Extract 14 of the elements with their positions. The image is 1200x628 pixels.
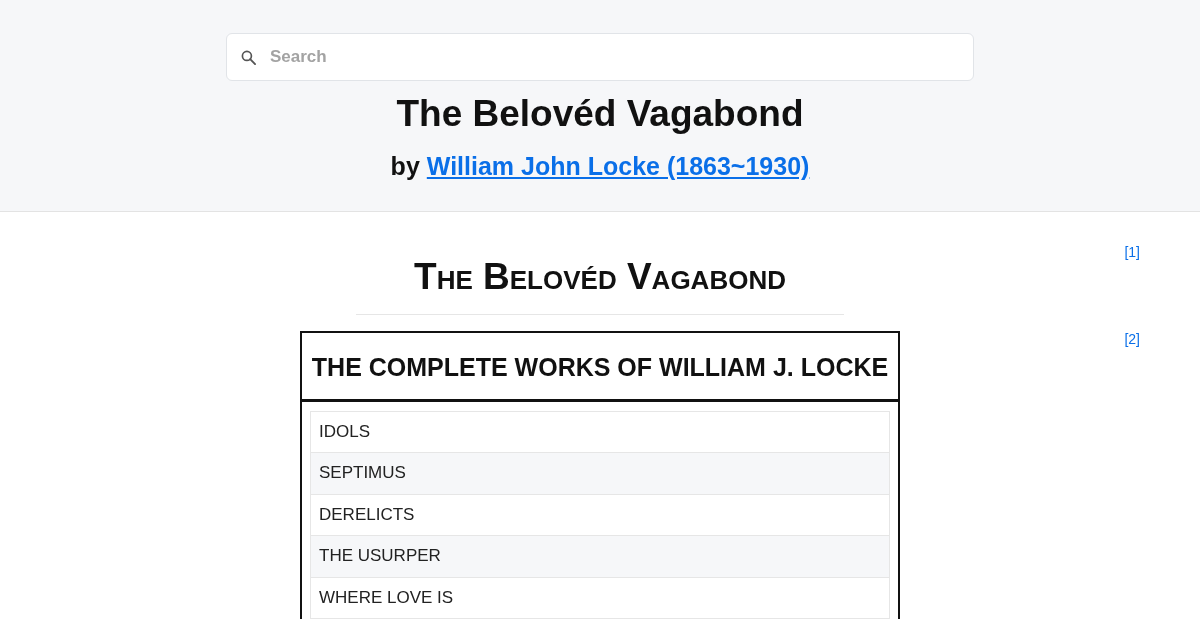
work-title-row: WHERE LOVE IS bbox=[310, 577, 890, 619]
author-link[interactable]: William John Locke (1863~1930) bbox=[426, 150, 810, 182]
search-icon bbox=[241, 50, 256, 65]
byline-label: by bbox=[390, 151, 420, 182]
work-title-row: IDOLS bbox=[310, 411, 890, 453]
footnote-link[interactable]: [1] bbox=[1124, 244, 1140, 261]
page-title: The Belovéd Vagabond bbox=[396, 92, 804, 136]
book-title: The Belovéd Vagabond bbox=[414, 255, 786, 299]
search-field[interactable]: Search bbox=[226, 33, 974, 81]
footnote-link[interactable]: [2] bbox=[1124, 331, 1140, 348]
work-title-row: THE USURPER bbox=[310, 536, 890, 578]
work-title-row: DERELICTS bbox=[310, 494, 890, 536]
table-heading: THE COMPLETE WORKS OF WILLIAM J. LOCKE bbox=[302, 333, 898, 402]
work-title-row: SEPTIMUS bbox=[310, 453, 890, 495]
